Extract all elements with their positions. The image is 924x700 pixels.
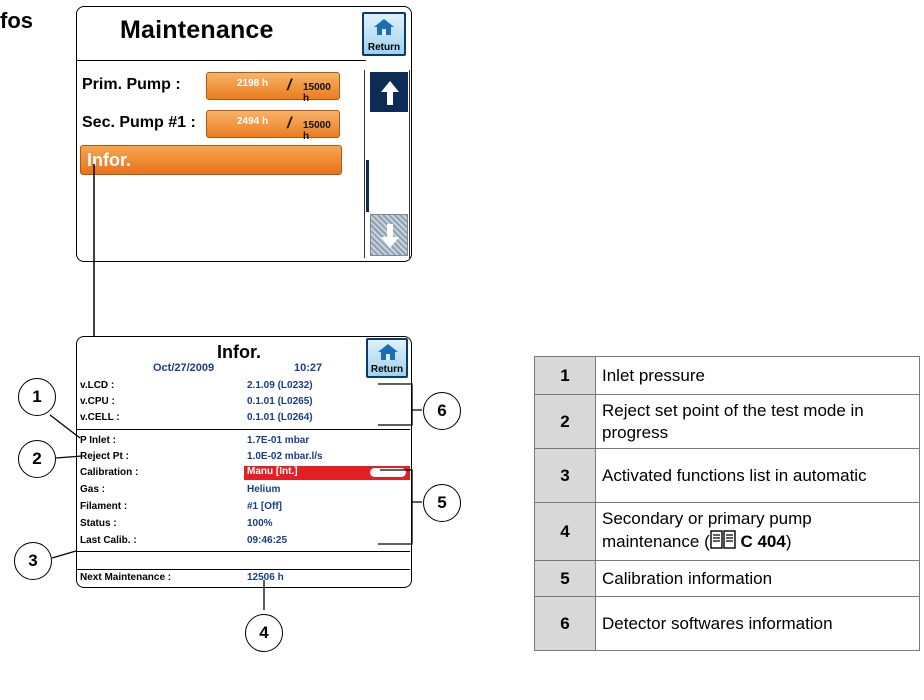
callout-3: 3 [14,542,52,580]
callout-1: 1 [18,378,56,416]
legend-text-4: Secondary or primary pump maintenance ( … [595,502,920,561]
legend-number: 5 [534,560,596,597]
legend-text: Inlet pressure [595,356,920,395]
legend-row: 5 Calibration information [534,560,920,597]
legend-row: 4 Secondary or primary pump maintenance … [534,502,920,561]
legend-row: 6 Detector softwares information [534,596,920,651]
legend-number: 6 [534,596,596,651]
callout-6: 6 [423,392,461,430]
legend-number: 3 [534,448,596,503]
manual-reference[interactable]: C 404 [740,532,785,551]
legend-row: 1 Inlet pressure [534,356,920,395]
legend-number: 2 [534,394,596,449]
legend-text: Reject set point of the test mode in pro… [595,394,920,449]
book-icon [710,529,736,556]
legend-number: 1 [534,356,596,395]
legend-text: Calibration information [595,560,920,597]
legend-row: 3 Activated functions list in automatic [534,448,920,503]
legend-row: 2 Reject set point of the test mode in p… [534,394,920,449]
legend-text: Detector softwares information [595,596,920,651]
callout-5: 5 [423,484,461,522]
legend-table: 1 Inlet pressure 2 Reject set point of t… [534,356,920,651]
callout-4: 4 [245,614,283,652]
legend-number: 4 [534,502,596,561]
legend-suffix: ) [785,531,792,551]
callout-2: 2 [18,440,56,478]
legend-text: Activated functions list in automatic [595,448,920,503]
